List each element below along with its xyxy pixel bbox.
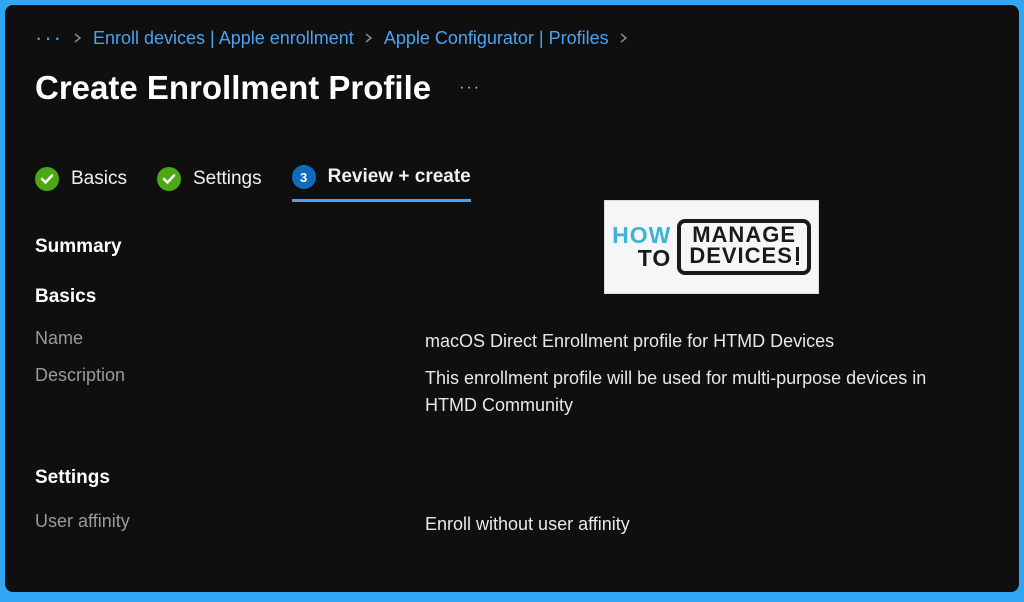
chevron-right-icon [364, 30, 374, 46]
tab-label: Settings [193, 168, 262, 190]
field-value-name: macOS Direct Enrollment profile for HTMD… [425, 328, 989, 355]
breadcrumb-overflow-icon[interactable]: ··· [35, 25, 63, 51]
field-label-description: Description [35, 365, 425, 419]
main-window: ··· Enroll devices | Apple enrollment Ap… [5, 5, 1019, 592]
logo-left-text: HOW TO [612, 224, 671, 270]
breadcrumb-link-apple-configurator[interactable]: Apple Configurator | Profiles [384, 28, 609, 49]
field-row-name: Name macOS Direct Enrollment profile for… [35, 328, 989, 355]
chevron-right-icon [73, 30, 83, 46]
logo-devices-row: DEVICES [689, 246, 799, 267]
breadcrumb: ··· Enroll devices | Apple enrollment Ap… [35, 25, 989, 51]
field-label-name: Name [35, 328, 425, 355]
checkmark-icon [157, 167, 181, 191]
page-title-row: Create Enrollment Profile ··· [35, 69, 989, 107]
more-actions-icon[interactable]: ··· [459, 79, 481, 97]
breadcrumb-link-enroll-devices[interactable]: Enroll devices | Apple enrollment [93, 28, 354, 49]
exclamation-icon [796, 247, 799, 265]
wizard-tabs: Basics Settings 3 Review + create [35, 165, 989, 202]
tab-review-create[interactable]: 3 Review + create [292, 165, 471, 202]
field-label-user-affinity: User affinity [35, 511, 425, 538]
field-row-user-affinity: User affinity Enroll without user affini… [35, 511, 989, 538]
chevron-right-icon [619, 30, 629, 46]
logo-devices-text: DEVICES [689, 246, 793, 267]
step-number-icon: 3 [292, 165, 316, 189]
tab-label: Basics [71, 168, 127, 190]
tab-basics[interactable]: Basics [35, 167, 127, 201]
basics-section-header: Basics [35, 286, 989, 308]
field-value-description: This enrollment profile will be used for… [425, 365, 989, 419]
settings-section-header: Settings [35, 467, 989, 489]
tab-label: Review + create [328, 166, 471, 188]
tab-settings[interactable]: Settings [157, 167, 262, 201]
logo-how-text: HOW [612, 224, 671, 247]
summary-header: Summary [35, 236, 989, 258]
htmd-logo: HOW TO MANAGE DEVICES [604, 200, 819, 294]
field-row-description: Description This enrollment profile will… [35, 365, 989, 419]
page-title: Create Enrollment Profile [35, 69, 431, 107]
logo-to-text: TO [638, 247, 672, 270]
checkmark-icon [35, 167, 59, 191]
logo-box: MANAGE DEVICES [677, 219, 811, 275]
field-value-user-affinity: Enroll without user affinity [425, 511, 989, 538]
